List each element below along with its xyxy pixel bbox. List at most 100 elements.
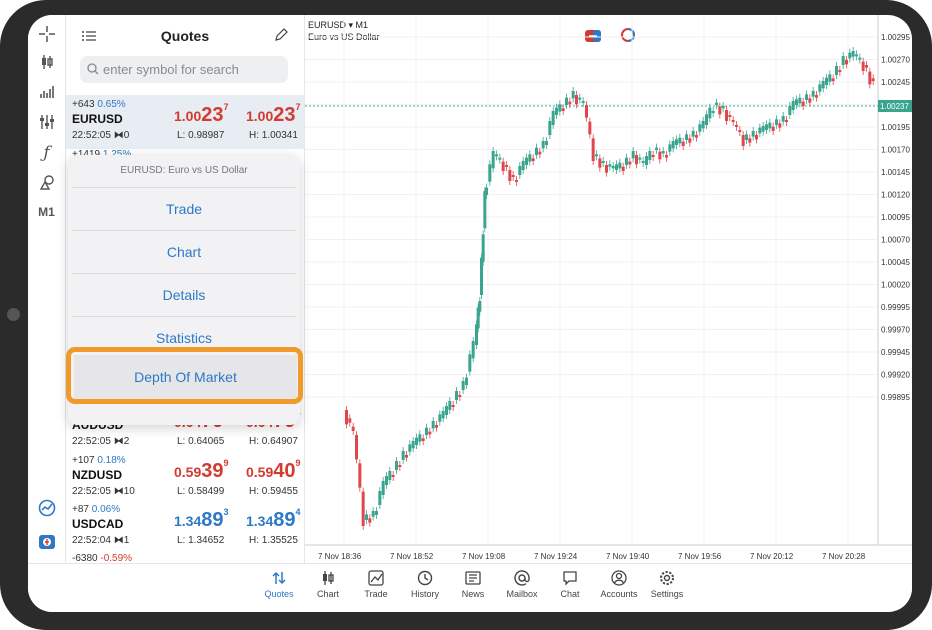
quote-row-eurusd[interactable]: +643 0.65% EURUSD 22:52:05 ⧓0 1.00237 1.… (66, 95, 304, 149)
price-axis-label: 0.99895 (881, 393, 910, 402)
high-price: H: 0.64907 (249, 436, 298, 447)
ask-price: 1.34894 (246, 507, 301, 531)
candle-body (765, 124, 768, 130)
symbol-name: USDCAD (72, 517, 124, 531)
candle-body (611, 166, 615, 169)
edit-pencil-icon[interactable] (274, 28, 288, 47)
candle-body (521, 161, 525, 170)
chart-icon (323, 571, 334, 585)
nav-label: Trade (364, 589, 388, 599)
candle-body (348, 418, 352, 423)
candle-body (631, 151, 635, 159)
price-axis-label: 1.00120 (881, 191, 910, 200)
candle-body (361, 491, 365, 526)
quote-row-usdcad[interactable]: +87 0.06% USDCAD 22:52:04 ⧓1 1.34893 1.3… (66, 500, 304, 554)
candlestick-icon[interactable] (28, 53, 65, 71)
home-button (7, 308, 20, 321)
time-axis-label: 7 Nov 19:40 (606, 552, 650, 561)
candle-body (525, 157, 528, 165)
candle-body (861, 61, 865, 71)
menu-item-chart[interactable]: Chart (72, 230, 296, 273)
candle-body (598, 158, 602, 168)
candle-body (711, 111, 715, 113)
candle-body (741, 135, 745, 146)
candle-body (428, 431, 432, 435)
candle-body (480, 257, 483, 295)
nav-mailbox[interactable]: Mailbox (497, 570, 547, 599)
candle-body (621, 166, 625, 171)
quotes-title: Quotes (160, 28, 210, 44)
nav-history[interactable]: History (400, 570, 450, 599)
symbol-search-input[interactable]: enter symbol for search (80, 56, 288, 83)
price-axis-label: 1.00245 (881, 78, 910, 87)
candle-body (385, 476, 388, 485)
candle-body (718, 106, 722, 115)
candle-body (791, 101, 795, 110)
candle-body (708, 107, 712, 119)
nav-accounts[interactable]: Accounts (594, 570, 644, 599)
current-price-label: 1.00237 (880, 102, 909, 111)
signals-icon[interactable] (28, 499, 65, 517)
spread: 0 (123, 130, 130, 141)
candle-body (448, 401, 452, 410)
nav-news[interactable]: News (448, 570, 498, 599)
menu-item-details[interactable]: Details (72, 273, 296, 316)
candle-body (345, 410, 348, 425)
candle-body (721, 106, 725, 109)
candle-body (808, 98, 812, 103)
candle-body (485, 187, 488, 195)
quote-row-nzdusd[interactable]: +107 0.18% NZDUSD 22:52:05 ⧓10 0.59399 0… (66, 451, 304, 505)
candle-body (368, 518, 372, 523)
candle-body (548, 121, 552, 135)
candle-body (435, 425, 438, 428)
candle-body (778, 123, 782, 128)
candle-body (395, 461, 398, 470)
objects-icon[interactable] (28, 173, 65, 191)
candle-body (481, 234, 485, 262)
highlight-frame (66, 347, 303, 404)
candle-body (831, 78, 835, 81)
candle-body (558, 104, 562, 112)
time-axis-label: 7 Nov 19:24 (534, 552, 578, 561)
nav-label: Mailbox (506, 589, 538, 599)
candle-body (488, 164, 492, 182)
indicators-icon[interactable] (28, 83, 65, 101)
function-icon[interactable]: ƒ (28, 143, 65, 163)
price-chart[interactable]: EURUSD ▾ M1 Euro vs US Dollar 1.002951.0… (305, 15, 912, 563)
candle-body (651, 155, 655, 157)
at-sign-icon (514, 570, 530, 586)
candle-body (498, 157, 502, 160)
candle-body (438, 414, 442, 422)
candle-body (688, 138, 692, 143)
nav-trade[interactable]: Trade (351, 570, 401, 599)
candle-body (755, 135, 758, 140)
settings-sliders-icon[interactable] (28, 113, 65, 131)
nav-chat[interactable]: Chat (545, 570, 595, 599)
nav-quotes[interactable]: Quotes (254, 570, 304, 599)
price-axis-label: 1.00295 (881, 33, 910, 42)
price-axis-label: 1.00070 (881, 236, 910, 245)
candle-body (665, 155, 668, 158)
candle-body (358, 463, 362, 488)
candle-body (425, 427, 428, 435)
timeframe-label[interactable]: M1 (28, 205, 65, 219)
candle-body (725, 110, 728, 121)
quote-row-partial-bottom[interactable]: -6380 -0.59% (66, 553, 304, 563)
trading-icon[interactable] (28, 533, 65, 551)
candle-body (531, 158, 535, 161)
candle-body (578, 97, 582, 100)
candle-body (375, 511, 378, 515)
candle-body (595, 154, 598, 157)
candle-body (601, 161, 605, 163)
nav-chart[interactable]: Chart (303, 570, 353, 599)
price-axis-label: 1.00020 (881, 281, 910, 290)
time-axis-label: 7 Nov 19:56 (678, 552, 722, 561)
menu-item-trade[interactable]: Trade (72, 187, 296, 230)
candle-body (615, 164, 618, 170)
low-price: L: 0.98987 (177, 130, 225, 141)
low-price: L: 0.64065 (177, 436, 225, 447)
chart-canvas[interactable]: 1.002951.002701.002451.002201.001951.001… (305, 15, 912, 563)
quotes-icon (272, 571, 286, 585)
nav-settings[interactable]: Settings (642, 570, 692, 599)
crosshair-icon[interactable] (28, 25, 65, 43)
